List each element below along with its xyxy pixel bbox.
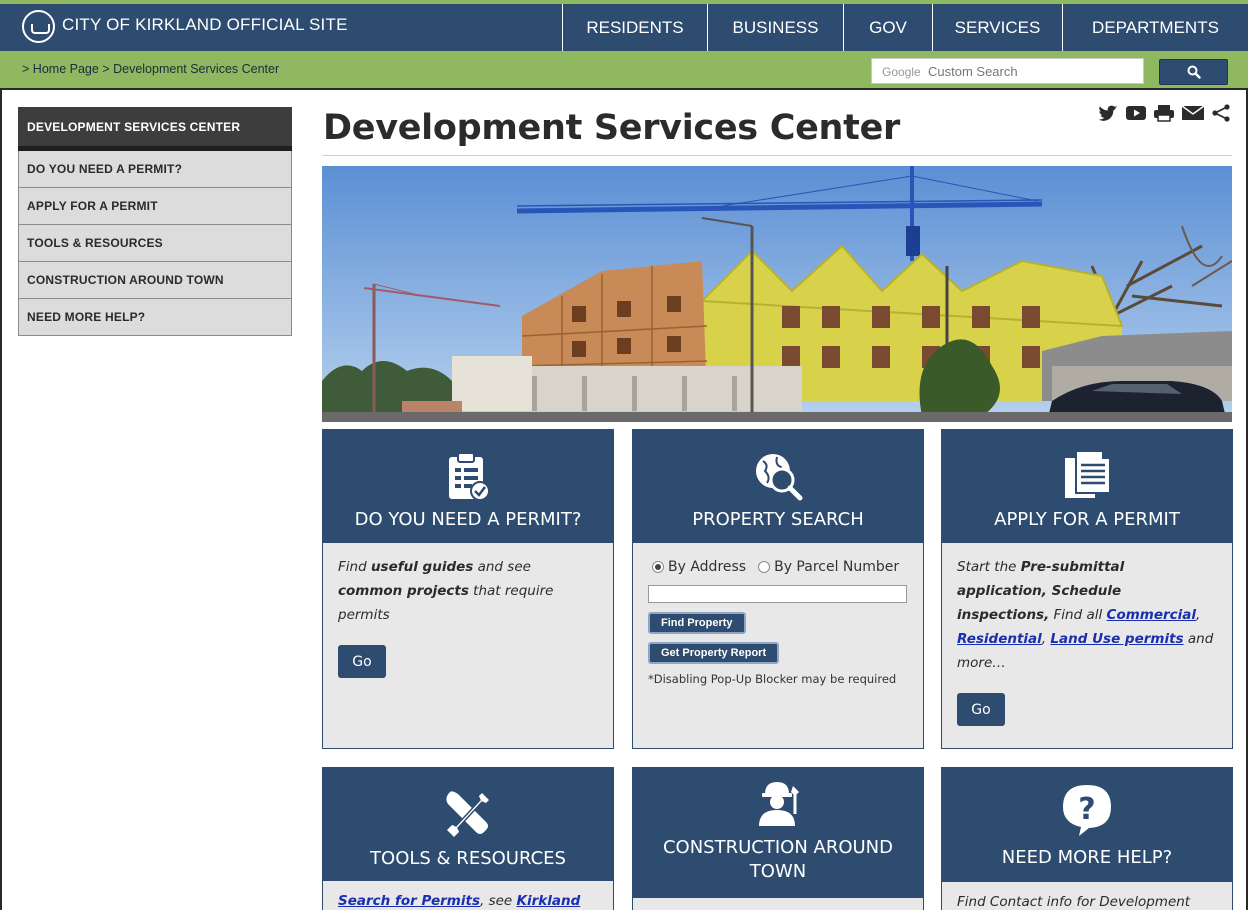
radio-by-address[interactable]: [652, 561, 664, 573]
share-icon[interactable]: [1211, 104, 1231, 122]
sidebar-item-apply-for-a-permit[interactable]: APPLY FOR A PERMIT: [18, 188, 292, 225]
construction-scene-image: [322, 166, 1232, 422]
question-bubble-icon: ?: [1063, 785, 1111, 836]
card-property-title[interactable]: PROPERTY SEARCH: [692, 509, 864, 530]
breadcrumb-home-link[interactable]: Home Page: [33, 62, 99, 76]
top-header-bar: CITY OF KIRKLAND OFFICIAL SITE RESIDENTS…: [0, 0, 1248, 51]
card-need-more-help: ? NEED MORE HELP? Find Contact info for …: [941, 767, 1233, 910]
sidebar-nav: DEVELOPMENT SERVICES CENTER DO YOU NEED …: [18, 107, 292, 336]
print-icon[interactable]: [1153, 104, 1175, 122]
card-property-search: PROPERTY SEARCH By Address By Parcel Num…: [632, 429, 924, 749]
nav-gov[interactable]: GOV: [843, 4, 932, 51]
share-toolbar: [1097, 104, 1231, 122]
permit-text-2: and see: [473, 559, 531, 575]
card-help-title[interactable]: NEED MORE HELP?: [1002, 847, 1172, 868]
sidebar-item-need-more-help[interactable]: NEED MORE HELP?: [18, 299, 292, 336]
residential-link[interactable]: Residential: [957, 631, 1042, 647]
twitter-icon[interactable]: [1097, 105, 1119, 121]
card-apply-header: APPLY FOR A PERMIT: [942, 430, 1232, 543]
card-property-body: By Address By Parcel Number Find Propert…: [633, 543, 923, 698]
main-nav: RESIDENTS BUSINESS GOV SERVICES DEPARTME…: [562, 4, 1248, 51]
card-apply-for-a-permit: APPLY FOR A PERMIT Start the Pre-submitt…: [941, 429, 1233, 749]
breadcrumb-current: Development Services Center: [113, 62, 280, 76]
card-construction-header: CONSTRUCTION AROUND TOWN: [633, 768, 923, 898]
sidebar-item-construction-around-town[interactable]: CONSTRUCTION AROUND TOWN: [18, 262, 292, 299]
nav-services[interactable]: SERVICES: [932, 4, 1062, 51]
card-construction-around-town: CONSTRUCTION AROUND TOWN: [632, 767, 924, 910]
card-tools-resources: TOOLS & RESOURCES Search for Permits, se…: [322, 767, 614, 910]
breadcrumb-separator: >: [102, 62, 110, 76]
page-title: Development Services Center: [323, 108, 900, 148]
svg-text:?: ?: [1078, 792, 1095, 827]
breadcrumb-bar: > Home Page > Development Services Cente…: [0, 51, 1248, 90]
search-for-permits-link[interactable]: Search for Permits: [338, 893, 480, 909]
globe-magnifier-icon: [756, 454, 803, 501]
search-type-radios: By Address By Parcel Number: [652, 555, 908, 579]
radio-by-parcel-label[interactable]: By Parcel Number: [774, 555, 899, 579]
card-tools-header: TOOLS & RESOURCES: [323, 768, 613, 881]
breadcrumb: > Home Page > Development Services Cente…: [22, 62, 279, 76]
card-tools-body: Search for Permits, see Kirkland Maps,: [323, 881, 613, 910]
search-icon: [1187, 65, 1201, 79]
sidebar-item-tools-resources[interactable]: TOOLS & RESOURCES: [18, 225, 292, 262]
permit-go-button[interactable]: Go: [338, 645, 386, 678]
hero-construction-photo: [322, 166, 1232, 422]
land-use-permits-link[interactable]: Land Use permits: [1050, 631, 1183, 647]
radio-by-address-label[interactable]: By Address: [668, 555, 746, 579]
card-apply-body: Start the Pre-submittal application, Sch…: [942, 543, 1232, 738]
card-help-body: Find Contact info for Development: [942, 882, 1232, 910]
permit-text-1: Find: [338, 559, 371, 575]
sidebar-heading[interactable]: DEVELOPMENT SERVICES CENTER: [18, 107, 292, 151]
apply-sep-1: ,: [1196, 607, 1201, 623]
card-construction-title-line1[interactable]: CONSTRUCTION AROUND: [663, 836, 893, 860]
email-icon[interactable]: [1181, 105, 1205, 121]
breadcrumb-prefix: >: [22, 62, 30, 76]
page-left-edge: [0, 90, 2, 910]
tools-icon: [444, 790, 492, 840]
card-permit-title[interactable]: DO YOU NEED A PERMIT?: [355, 509, 582, 530]
card-permit-header: DO YOU NEED A PERMIT?: [323, 430, 613, 543]
card-property-header: PROPERTY SEARCH: [633, 430, 923, 543]
title-divider: [322, 155, 1232, 156]
find-property-button[interactable]: Find Property: [648, 612, 746, 634]
tools-text-1: , see: [480, 893, 517, 909]
card-construction-title-line2[interactable]: TOWN: [750, 860, 806, 884]
apply-text-2: Find all: [1049, 607, 1107, 623]
construction-worker-icon: [759, 782, 799, 826]
apply-text-1: Start the: [957, 559, 1021, 575]
card-help-header: ? NEED MORE HELP?: [942, 768, 1232, 882]
commercial-link[interactable]: Commercial: [1107, 607, 1197, 623]
nav-residents[interactable]: RESIDENTS: [562, 4, 707, 51]
clipboard-check-icon: [449, 452, 490, 501]
permit-text-useful-guides: useful guides: [370, 559, 474, 575]
search-input[interactable]: [871, 58, 1144, 84]
get-property-report-button[interactable]: Get Property Report: [648, 642, 780, 664]
card-permit-body: Find useful guides and see common projec…: [323, 543, 613, 690]
card-apply-title[interactable]: APPLY FOR A PERMIT: [994, 509, 1180, 530]
card-tools-title[interactable]: TOOLS & RESOURCES: [370, 848, 566, 869]
help-text: Find Contact info for Development: [957, 894, 1191, 910]
search-button[interactable]: [1159, 59, 1228, 85]
documents-icon: [1063, 450, 1111, 500]
youtube-icon[interactable]: [1125, 105, 1147, 121]
nav-departments[interactable]: DEPARTMENTS: [1062, 4, 1248, 51]
city-seal-logo-icon[interactable]: [22, 10, 55, 43]
site-title[interactable]: CITY OF KIRKLAND OFFICIAL SITE: [62, 15, 348, 35]
apply-go-button[interactable]: Go: [957, 693, 1005, 726]
permit-text-common-projects: common projects: [338, 583, 469, 599]
nav-business[interactable]: BUSINESS: [707, 4, 843, 51]
card-do-you-need-a-permit: DO YOU NEED A PERMIT? Find useful guides…: [322, 429, 614, 749]
popup-blocker-note: *Disabling Pop-Up Blocker may be require…: [648, 672, 897, 686]
property-search-input[interactable]: [648, 585, 907, 603]
sidebar-item-do-you-need-a-permit[interactable]: DO YOU NEED A PERMIT?: [18, 151, 292, 188]
radio-by-parcel[interactable]: [758, 561, 771, 573]
